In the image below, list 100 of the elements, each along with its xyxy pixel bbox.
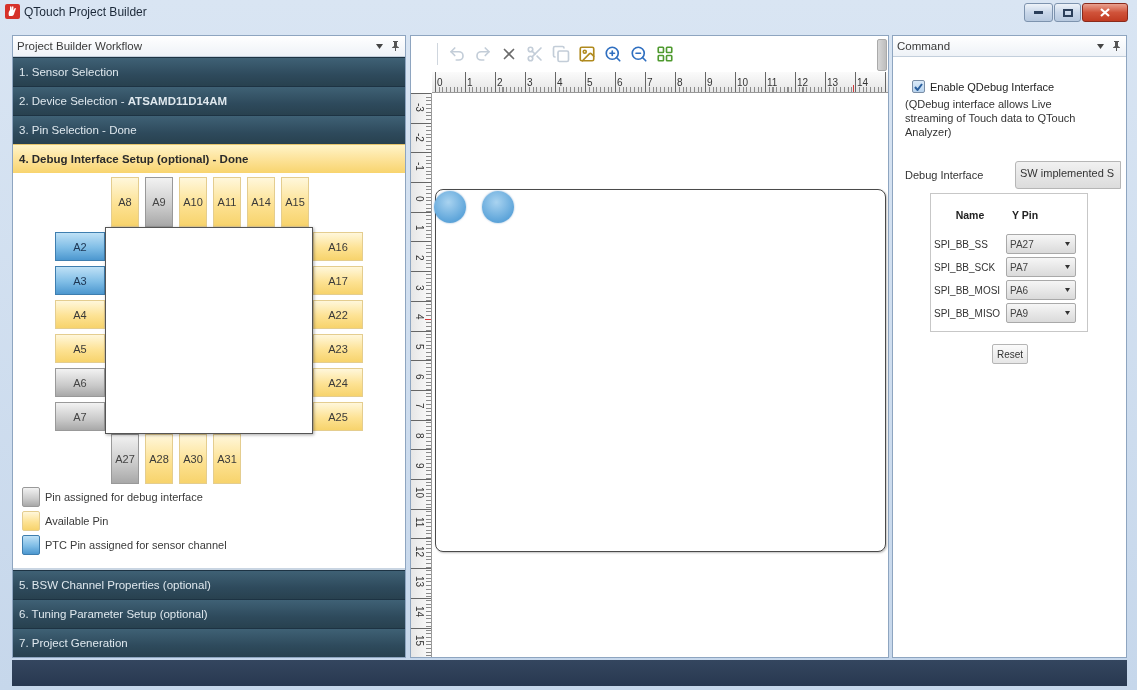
pin-tile[interactable]: A17: [313, 266, 363, 295]
workflow-step[interactable]: 5. BSW Channel Properties (optional): [13, 570, 405, 599]
pin-tile[interactable]: A16: [313, 232, 363, 261]
ruler-label: 10: [413, 486, 425, 498]
ruler-label: 4: [413, 314, 425, 320]
image-icon: [578, 45, 596, 63]
pin-tile[interactable]: A3: [55, 266, 105, 295]
legend-label: Available Pin: [45, 514, 109, 527]
pin-tile[interactable]: A28: [145, 434, 173, 484]
copy-icon: [552, 45, 570, 63]
window-title: QTouch Project Builder: [24, 4, 147, 20]
pin-tile[interactable]: A23: [313, 334, 363, 363]
ruler-label: 3: [527, 77, 533, 89]
ruler-label: 6: [617, 77, 623, 89]
panel-title: Command: [897, 40, 951, 52]
ruler-label: 1: [467, 77, 473, 89]
pin-tile[interactable]: A22: [313, 300, 363, 329]
column-header: Y Pin: [1011, 208, 1040, 223]
table-cell-text: SPI_BB_MOSI: [934, 283, 1002, 298]
ruler-label: 8: [677, 77, 683, 89]
zoom-in-icon: [604, 45, 622, 63]
checkbox[interactable]: [912, 80, 925, 93]
pin-tile[interactable]: A2: [55, 232, 105, 261]
minimize-icon: [1034, 11, 1043, 14]
pin-dropdown[interactable]: PA7: [1006, 257, 1076, 277]
scrollbar-thumb[interactable]: [877, 39, 887, 71]
pin-tile[interactable]: A11: [213, 177, 241, 227]
ruler-label: 11: [413, 517, 425, 528]
pin-tile[interactable]: A14: [247, 177, 275, 227]
maximize-button[interactable]: [1054, 3, 1081, 22]
ruler-label: 5: [413, 343, 425, 350]
zoom-out-icon: [630, 45, 648, 63]
workflow-step[interactable]: 6. Tuning Parameter Setup (optional): [13, 599, 405, 628]
ruler-label: 2: [497, 77, 503, 89]
ruler-label: 12: [797, 77, 809, 89]
scissors-icon: [526, 45, 544, 63]
pin-tile[interactable]: A9: [145, 177, 173, 227]
pin-tile[interactable]: A25: [313, 402, 363, 431]
ruler-label: 5: [587, 77, 593, 89]
ruler-label: 6: [413, 373, 425, 380]
grid-icon: [656, 45, 674, 63]
ruler-label: 12: [413, 546, 425, 558]
table-cell-text: SPI_BB_MISO: [934, 306, 1002, 321]
legend-swatch-icon: [22, 534, 40, 555]
ruler-label: 9: [707, 77, 713, 89]
close-button[interactable]: [1082, 3, 1128, 22]
close-icon: [1100, 8, 1110, 17]
minimize-button[interactable]: [1024, 3, 1053, 22]
ruler-label: 10: [737, 77, 749, 89]
undo-icon: [448, 45, 466, 63]
workflow-step[interactable]: 2. Device Selection - ATSAMD11D14AM: [13, 86, 405, 115]
pin-tile[interactable]: A31: [213, 434, 241, 484]
pin-icon[interactable]: [392, 41, 399, 51]
table-cell-text: SPI_BB_SCK: [934, 260, 997, 275]
pin-tile[interactable]: A8: [111, 177, 139, 227]
dropdown-caret-icon: [1065, 288, 1070, 292]
pin-tile[interactable]: A15: [281, 177, 309, 227]
column-header: Name: [954, 208, 986, 223]
ruler-label: 14: [857, 77, 869, 89]
ruler-label: 15: [413, 635, 425, 647]
sensor-node[interactable]: [482, 191, 514, 223]
ruler-label: 7: [413, 403, 425, 409]
pin-dropdown[interactable]: PA6: [1006, 280, 1076, 300]
ruler-label: -3: [413, 103, 425, 112]
pin-tile[interactable]: A30: [179, 434, 207, 484]
pin-tile[interactable]: A7: [55, 402, 105, 431]
workflow-step[interactable]: 1. Sensor Selection: [13, 57, 405, 86]
ruler-label: 7: [647, 77, 653, 89]
ruler-label: 8: [413, 433, 425, 439]
pin-icon[interactable]: [1113, 41, 1120, 51]
field-label: Debug Interface: [905, 169, 985, 181]
debug-interface-dropdown[interactable]: SW implemented S: [1015, 161, 1121, 189]
pin-tile[interactable]: A4: [55, 300, 105, 329]
sensor-node[interactable]: [434, 191, 466, 223]
ruler-label: 11: [767, 77, 778, 89]
workflow-step[interactable]: 3. Pin Selection - Done: [13, 115, 405, 144]
pin-dropdown[interactable]: PA9: [1006, 303, 1076, 323]
pin-tile[interactable]: A5: [55, 334, 105, 363]
dropdown-caret-icon[interactable]: [376, 43, 383, 49]
workflow-step[interactable]: 7. Project Generation: [13, 628, 405, 657]
ruler-label: -1: [413, 162, 425, 172]
dropdown-caret-icon[interactable]: [1097, 43, 1104, 49]
pin-tile[interactable]: A24: [313, 368, 363, 397]
ruler-label: 13: [827, 77, 839, 89]
pin-tile[interactable]: A6: [55, 368, 105, 397]
ruler-label: 2: [413, 254, 425, 261]
panel-title: Project Builder Workflow: [17, 40, 143, 52]
ruler-label: 13: [413, 575, 425, 587]
maximize-icon: [1062, 8, 1073, 17]
pin-tile[interactable]: A10: [179, 177, 207, 227]
legend-label: Pin assigned for debug interface: [45, 490, 203, 503]
description-text: (QDebug interface allows Live streaming of Touch data to QTouch Analyzer): [905, 97, 1077, 139]
table-cell-text: SPI_BB_SS: [934, 237, 989, 252]
workflow-step[interactable]: 4. Debug Interface Setup (optional) - Done: [13, 144, 405, 173]
reset-button[interactable]: Reset: [992, 344, 1029, 364]
pin-dropdown[interactable]: PA27: [1006, 234, 1076, 254]
ruler-label: -2: [413, 132, 425, 142]
dropdown-caret-icon: [1065, 242, 1070, 246]
legend-label: PTC Pin assigned for sensor channel: [45, 538, 227, 551]
pin-tile[interactable]: A27: [111, 434, 139, 484]
